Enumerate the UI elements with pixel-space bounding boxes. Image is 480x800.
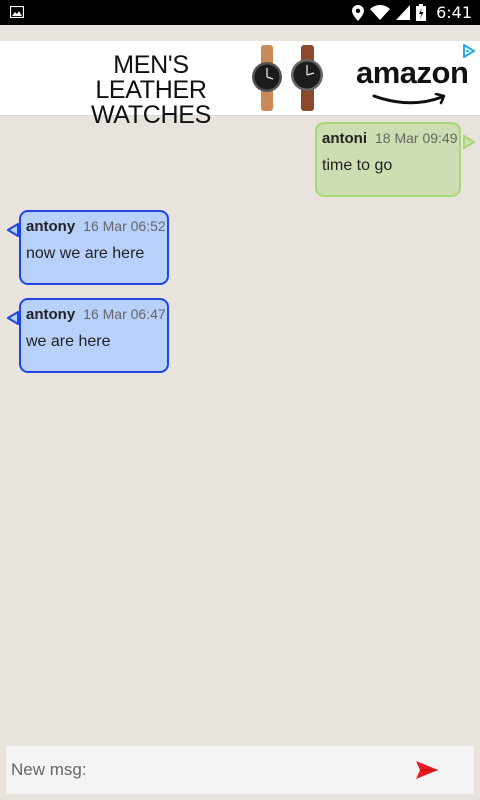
battery-icon <box>416 4 427 21</box>
message-bubble-outgoing[interactable]: antoni 18 Mar 09:49 time to go <box>315 122 475 197</box>
amazon-smile-logo <box>372 93 446 105</box>
message-time: 16 Mar 06:52 <box>83 218 166 234</box>
message-sender: antoni <box>322 130 367 147</box>
signal-icon <box>396 5 411 20</box>
message-sender: antony <box>26 306 76 323</box>
message-time: 18 Mar 09:49 <box>375 130 458 146</box>
status-bar: 6:41 <box>0 0 480 25</box>
message-time: 16 Mar 06:47 <box>83 306 166 322</box>
message-sender: antony <box>26 218 76 235</box>
adchoices-icon[interactable] <box>462 44 476 58</box>
location-icon <box>352 4 365 21</box>
bubble-tail-left <box>7 223 19 237</box>
ad-banner[interactable]: MEN'S LEATHER WATCHES amazon <box>0 41 480 128</box>
watches-image <box>252 45 323 111</box>
message-input[interactable] <box>6 746 406 794</box>
bubble-tail-right <box>463 135 475 149</box>
message-composer <box>6 746 474 794</box>
ad-brand: amazon <box>356 55 469 90</box>
status-time: 6:41 <box>436 3 472 22</box>
send-icon[interactable] <box>416 760 438 780</box>
image-notification-icon <box>10 6 24 18</box>
message-bubble-incoming[interactable]: antony 16 Mar 06:47 we are here <box>7 298 169 373</box>
message-text: time to go <box>322 157 393 174</box>
message-text: now we are here <box>26 245 145 262</box>
message-bubble-incoming[interactable]: antony 16 Mar 06:52 now we are here <box>7 210 169 285</box>
message-text: we are here <box>26 333 111 350</box>
ad-headline: MEN'S LEATHER WATCHES <box>90 51 212 129</box>
bubble-tail-left <box>7 311 19 325</box>
wifi-icon <box>370 5 391 20</box>
